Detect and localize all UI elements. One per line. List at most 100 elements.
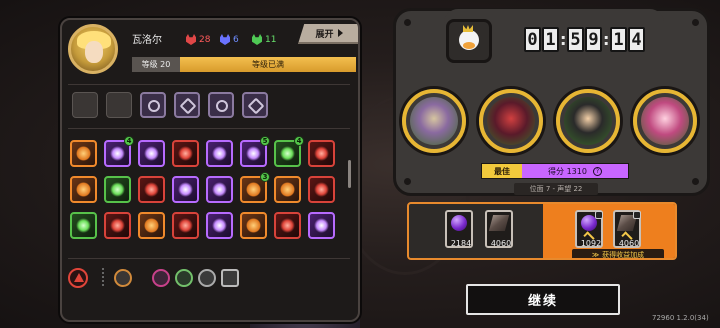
stat-blue-value: 6 <box>233 34 239 45</box>
warning-icon[interactable] <box>68 268 88 288</box>
continue-button[interactable]: 继续 <box>466 284 620 315</box>
reward-count: 2184 <box>450 239 472 248</box>
timer-digit: 9 <box>585 27 602 52</box>
card-red[interactable] <box>104 212 131 239</box>
expand-button[interactable]: 展开 <box>298 24 358 44</box>
bolt-icon <box>692 178 699 185</box>
card-art-icon <box>212 146 227 161</box>
passive-slot[interactable] <box>140 92 166 118</box>
divider <box>68 258 350 259</box>
card-red[interactable] <box>172 212 199 239</box>
passive-slot[interactable] <box>242 92 268 118</box>
run-timer: 0 1 : 5 9 : 1 4 <box>524 27 645 52</box>
version-label: 72960 1.2.0(34) <box>652 314 709 322</box>
card-green[interactable] <box>104 176 131 203</box>
inventory-scrollbar[interactable] <box>348 160 351 188</box>
card-red[interactable] <box>274 212 301 239</box>
card-count-badge: 4 <box>294 136 304 146</box>
card-art-icon <box>314 146 329 161</box>
character-name: 瓦洛尔 <box>132 35 162 46</box>
passive-slot[interactable] <box>208 92 234 118</box>
card-art-icon <box>110 182 125 197</box>
bolt-icon <box>404 19 411 26</box>
card-art-icon <box>110 218 125 233</box>
green-gem-icon[interactable] <box>175 269 193 287</box>
card-art-icon <box>144 182 159 197</box>
red-gem-icon[interactable] <box>152 269 170 287</box>
card-purple[interactable] <box>206 176 233 203</box>
card-deck-icon[interactable] <box>221 269 239 287</box>
character-avatar[interactable] <box>68 24 118 74</box>
relic-icon <box>247 97 265 115</box>
card-purple[interactable] <box>308 212 335 239</box>
card-green[interactable] <box>70 212 97 239</box>
reward-item[interactable]: 4060 <box>485 210 513 248</box>
avatar-face <box>85 41 103 63</box>
reward-count: 4060 <box>490 239 512 248</box>
empty-slot[interactable] <box>106 92 132 118</box>
boss-portrait-2[interactable] <box>479 89 543 153</box>
reward-item[interactable]: 2184 <box>445 210 473 248</box>
level-label: 等级 20 <box>132 57 180 72</box>
bonus-text: 获得收益加成 <box>602 250 645 259</box>
timer-colon: : <box>603 30 610 49</box>
lock-icon <box>595 211 603 219</box>
reward-count: 4060 <box>618 239 640 248</box>
boss-portrait-1[interactable] <box>402 89 466 153</box>
card-count-badge: 4 <box>124 136 134 146</box>
card-orange[interactable] <box>138 212 165 239</box>
grey-gem-icon[interactable] <box>198 269 216 287</box>
card-purple[interactable] <box>138 140 165 167</box>
card-purple[interactable] <box>172 176 199 203</box>
stat-green-value: 11 <box>265 34 277 45</box>
score-value: 得分 1310 ? <box>522 164 628 178</box>
score-bar: 最佳 得分 1310 ? <box>481 163 629 179</box>
card-red[interactable] <box>308 176 335 203</box>
duck-king-badge <box>446 19 492 63</box>
passive-slot[interactable] <box>174 92 200 118</box>
stat-red: 28 <box>186 34 210 45</box>
help-icon[interactable]: ? <box>592 166 602 176</box>
divider <box>68 128 350 129</box>
bonus-reward-item[interactable]: 1092 <box>575 210 603 248</box>
card-orange[interactable] <box>70 140 97 167</box>
pink-flower-boss-icon <box>641 97 689 145</box>
relic-icon <box>148 100 160 112</box>
relic-icon <box>179 97 197 115</box>
card-art-icon <box>178 218 193 233</box>
feather-icon[interactable] <box>114 269 132 287</box>
timer-digit: 1 <box>542 27 559 52</box>
card-orange[interactable] <box>70 176 97 203</box>
timer-digit: 0 <box>524 27 541 52</box>
stat-green: 11 <box>252 34 276 45</box>
stat-blue: 6 <box>220 34 239 45</box>
purple-orb-icon <box>451 215 467 231</box>
card-orange[interactable] <box>274 176 301 203</box>
blue-mask-icon <box>220 34 230 45</box>
bolt-icon <box>404 178 411 185</box>
card-art-icon <box>212 182 227 197</box>
empty-slot[interactable] <box>72 92 98 118</box>
card-red[interactable] <box>172 140 199 167</box>
boss-portrait-4[interactable] <box>633 89 697 153</box>
card-purple[interactable] <box>206 140 233 167</box>
stat-red-value: 28 <box>199 34 211 45</box>
boss-portrait-3[interactable] <box>556 89 620 153</box>
timer-digit: 5 <box>567 27 584 52</box>
card-art-icon <box>144 146 159 161</box>
bonus-reward-item[interactable]: 4060 <box>613 210 641 248</box>
card-art-icon <box>212 218 227 233</box>
plank-icon <box>488 215 510 231</box>
score-text: 得分 1310 <box>548 166 587 176</box>
bonus-label: ≫ 获得收益加成 <box>572 249 664 259</box>
card-art-icon <box>280 182 295 197</box>
card-art-icon <box>246 182 261 197</box>
card-orange[interactable] <box>240 212 267 239</box>
card-red[interactable] <box>308 140 335 167</box>
card-red[interactable] <box>138 176 165 203</box>
best-label: 最佳 <box>482 164 522 178</box>
run-summary-panel: 0 1 : 5 9 : 1 4 最佳 得分 1310 ? 位面 7 - 声望 2… <box>393 8 710 196</box>
card-purple[interactable] <box>206 212 233 239</box>
dotted-separator <box>102 268 104 288</box>
reward-count: 1092 <box>580 239 602 248</box>
